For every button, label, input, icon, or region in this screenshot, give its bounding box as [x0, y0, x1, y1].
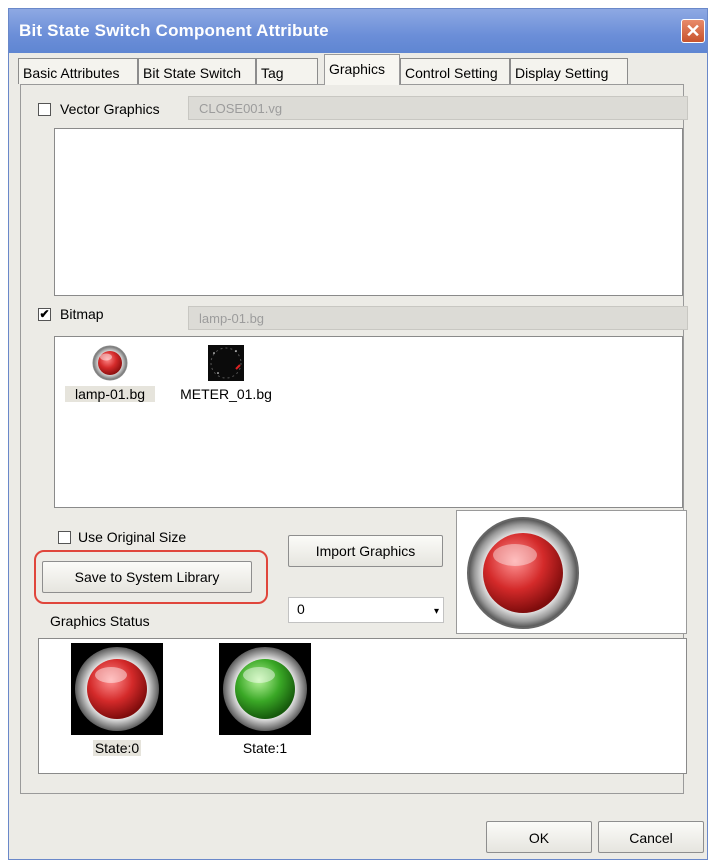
use-original-size-checkbox[interactable]	[58, 531, 71, 544]
state-label-1: State:1	[242, 740, 288, 756]
bitmap-item-meter-label: METER_01.bg	[180, 386, 272, 402]
tab-basic-attributes[interactable]: Basic Attributes	[18, 58, 138, 84]
tab-bit-state-switch[interactable]: Bit State Switch	[138, 58, 256, 84]
vector-graphics-label: Vector Graphics	[60, 101, 160, 117]
red-lamp-icon	[71, 643, 163, 735]
red-lamp-icon	[92, 345, 128, 381]
bitmap-item-lamp-label: lamp-01.bg	[65, 386, 155, 402]
meter-icon	[208, 345, 244, 381]
state-label-0: State:0	[92, 740, 142, 756]
tab-graphics[interactable]: Graphics	[324, 54, 400, 85]
bitmap-label: Bitmap	[60, 306, 104, 322]
tab-control-setting[interactable]: Control Setting	[400, 58, 510, 84]
tab-tag[interactable]: Tag	[256, 58, 318, 84]
save-to-system-library-button[interactable]: Save to System Library	[42, 561, 252, 593]
graphics-status-list[interactable]: State:0 State:1	[38, 638, 687, 774]
graphics-preview	[456, 510, 687, 634]
chevron-down-icon: ▾	[433, 606, 439, 617]
state-select-value: 0	[297, 601, 305, 617]
bitmap-item-meter[interactable]: METER_01.bg	[171, 343, 281, 402]
tab-display-setting[interactable]: Display Setting	[510, 58, 628, 84]
bitmap-item-lamp[interactable]: lamp-01.bg	[65, 343, 155, 402]
ok-button[interactable]: OK	[486, 821, 592, 853]
bitmap-list[interactable]: lamp-01.bg METER_01.bg	[54, 336, 683, 508]
state-item-1[interactable]: State:1	[217, 643, 313, 756]
state-select[interactable]: 0 ▾	[288, 597, 444, 623]
vector-graphics-list[interactable]	[54, 128, 683, 296]
bitmap-checkbox[interactable]: ✔	[38, 308, 51, 321]
green-lamp-icon	[219, 643, 311, 735]
close-button[interactable]: ✕	[681, 19, 705, 43]
vector-graphics-file-field: CLOSE001.vg	[188, 96, 688, 120]
window-title: Bit State Switch Component Attribute	[19, 21, 329, 40]
use-original-size-label: Use Original Size	[78, 529, 187, 545]
state-item-0[interactable]: State:0	[69, 643, 165, 756]
graphics-status-label: Graphics Status	[50, 613, 150, 629]
cancel-button[interactable]: Cancel	[598, 821, 704, 853]
import-graphics-button[interactable]: Import Graphics	[288, 535, 443, 567]
vector-graphics-checkbox[interactable]	[38, 103, 51, 116]
bitmap-file-field: lamp-01.bg	[188, 306, 688, 330]
preview-lamp-icon	[467, 517, 579, 629]
title-bar[interactable]: Bit State Switch Component Attribute ✕	[9, 9, 707, 53]
